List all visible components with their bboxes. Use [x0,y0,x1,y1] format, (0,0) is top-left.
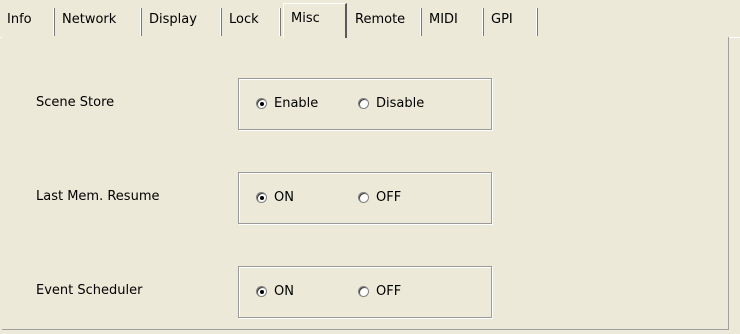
tab-gpi[interactable]: GPI [484,8,538,36]
last-mem-resume-label: Last Mem. Resume [36,189,160,204]
radio-unchecked-icon [358,97,369,109]
tab-display[interactable]: Display [142,8,222,36]
tab-midi[interactable]: MIDI [422,8,484,36]
tab-display-label: Display [149,12,197,27]
last-mem-resume-off-label: OFF [376,189,402,205]
tab-remote[interactable]: Remote [348,8,422,36]
tab-midi-label: MIDI [429,12,458,27]
radio-checked-icon [256,191,267,203]
last-mem-resume-on-label: ON [274,189,294,205]
event-scheduler-label: Event Scheduler [36,283,143,298]
radio-checked-icon [256,97,267,109]
tab-remote-label: Remote [355,12,406,27]
event-scheduler-on-radio[interactable]: ON [256,281,294,301]
tab-gpi-label: GPI [491,12,513,27]
tab-strip: Info Network Display Lock Misc Remote MI… [0,0,740,38]
scene-store-group: Enable Disable [238,78,492,130]
event-scheduler-off-label: OFF [376,283,402,299]
tab-info[interactable]: Info [0,8,55,36]
scene-store-label: Scene Store [36,95,115,110]
scene-store-disable-radio[interactable]: Disable [358,93,424,113]
tab-network[interactable]: Network [55,8,142,36]
tab-lock[interactable]: Lock [222,8,281,36]
last-mem-resume-on-radio[interactable]: ON [256,187,294,207]
last-mem-resume-off-radio[interactable]: OFF [358,187,401,207]
tab-lock-label: Lock [229,12,259,27]
tab-info-label: Info [7,12,32,27]
scene-store-enable-label: Enable [274,95,319,111]
event-scheduler-on-label: ON [274,283,294,299]
radio-checked-icon [256,285,267,297]
settings-window: Info Network Display Lock Misc Remote MI… [0,0,740,334]
misc-panel: Scene Store Enable Disable Last Mem. Res… [2,37,729,330]
event-scheduler-group: ON OFF [238,266,492,318]
scene-store-disable-label: Disable [376,95,425,111]
event-scheduler-off-radio[interactable]: OFF [358,281,401,301]
tab-network-label: Network [62,12,117,27]
radio-unchecked-icon [358,191,369,203]
tab-misc-label: Misc [291,11,320,26]
tab-misc[interactable]: Misc [283,3,347,38]
radio-unchecked-icon [358,285,369,297]
last-mem-resume-group: ON OFF [238,172,492,224]
scene-store-enable-radio[interactable]: Enable [256,93,318,113]
